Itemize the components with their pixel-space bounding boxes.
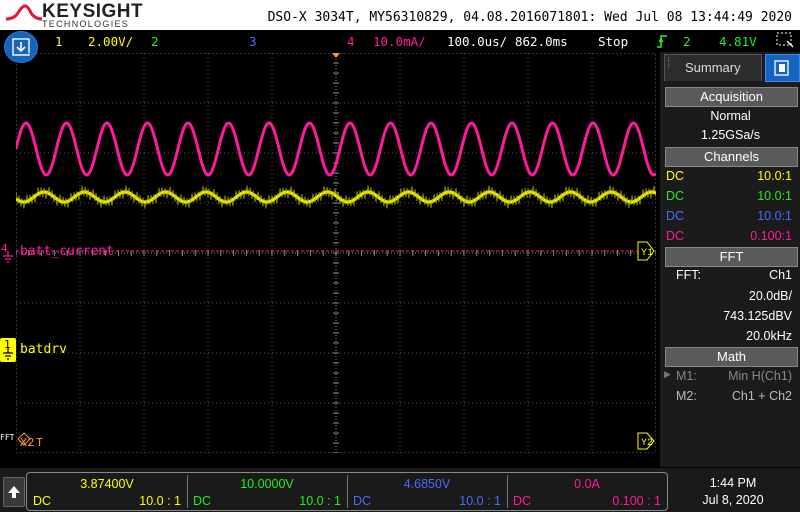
footer-channel-probe: 0.100 : 1 bbox=[612, 494, 661, 508]
settings-icon bbox=[774, 60, 789, 76]
acquisition-header[interactable]: Acquisition bbox=[665, 87, 798, 107]
ch1-label[interactable]: batdrv bbox=[20, 342, 67, 357]
settings-tab-button[interactable] bbox=[765, 54, 800, 82]
run-state[interactable]: Stop bbox=[598, 34, 628, 49]
timebase[interactable]: 100.0us/ bbox=[447, 34, 507, 49]
panel-channel-coupling: DC bbox=[666, 189, 685, 203]
channel-readout-bar: 3.87400V DC 10.0 : 1 10.0000V DC 10.0 : 1 4.68… bbox=[26, 472, 668, 511]
y1-marker-label: Y1 bbox=[641, 248, 653, 259]
footer-channel-2[interactable]: 10.0000V DC 10.0 : 1 bbox=[187, 473, 347, 510]
up-arrow-icon bbox=[8, 486, 20, 498]
sample-rate: 1.25GSa/s bbox=[700, 128, 761, 142]
footer-channel-value: 10.0000V bbox=[240, 477, 294, 491]
trigger-position-marker[interactable] bbox=[332, 53, 340, 58]
fft-header[interactable]: FFT bbox=[665, 247, 798, 267]
m1-value: Min H(Ch1) bbox=[728, 369, 792, 383]
ch1-scale[interactable]: 2.00V/ bbox=[88, 34, 133, 49]
panel-channel-probe: 10.0:1 bbox=[757, 169, 792, 183]
ch4-number[interactable]: 4 bbox=[347, 34, 355, 49]
trigger-level[interactable]: 4.81V bbox=[719, 34, 757, 49]
fft-source: Ch1 bbox=[769, 268, 792, 282]
grip-dots-icon: ⁞ ⁞ bbox=[668, 58, 670, 70]
trigger-edge-icon[interactable] bbox=[656, 34, 668, 51]
ground-icon bbox=[3, 251, 13, 263]
footer-separator bbox=[187, 475, 188, 508]
ch4-ground-marker[interactable]: 4 bbox=[0, 242, 16, 264]
footer-channel-coupling: DC bbox=[513, 494, 532, 508]
fft-marker[interactable]: FFT bbox=[0, 433, 14, 442]
footer-channel-probe: 10.0 : 1 bbox=[299, 494, 341, 508]
footer-separator bbox=[347, 475, 348, 508]
trigger-source[interactable]: 2 bbox=[683, 34, 691, 49]
ground-icon bbox=[3, 348, 13, 360]
footer-channel-probe: 10.0 : 1 bbox=[139, 494, 181, 508]
fft-scale: 20.0dB/ bbox=[748, 289, 792, 303]
ch1-ground-marker[interactable]: 1 bbox=[0, 338, 16, 362]
dashed-box-icon[interactable] bbox=[776, 32, 794, 51]
y2-marker-label: Y2 bbox=[641, 438, 653, 449]
ch4-scale[interactable]: 10.0mA/ bbox=[373, 34, 426, 49]
expand-footer-button[interactable] bbox=[3, 477, 25, 507]
footer-channel-3[interactable]: 4.6850V DC 10.0 : 1 bbox=[347, 473, 507, 510]
panel-channel-coupling: DC bbox=[666, 229, 685, 243]
math-header[interactable]: Math bbox=[665, 347, 798, 367]
ch1-number[interactable]: 1 bbox=[55, 34, 63, 49]
fft-label: FFT: bbox=[676, 268, 701, 282]
footer-channel-coupling: DC bbox=[193, 494, 212, 508]
header-bar: KEYSIGHT TECHNOLOGIES DSO-X 3034T, MY563… bbox=[0, 0, 800, 30]
clock-time: 1:44 PM bbox=[709, 476, 757, 490]
keysight-logo-icon bbox=[5, 4, 43, 21]
ch4-label[interactable]: batt_current bbox=[20, 244, 114, 259]
footer-channel-1[interactable]: 3.87400V DC 10.0 : 1 bbox=[27, 473, 187, 510]
footer-channel-value: 0.0A bbox=[574, 477, 600, 491]
footer-channel-coupling: DC bbox=[33, 494, 52, 508]
channels-header[interactable]: Channels bbox=[665, 147, 798, 167]
acquisition-mode: Normal bbox=[710, 109, 751, 123]
status-bar: 1 2.00V/ 2 3 4 10.0mA/ 100.0us/ 862.0ms … bbox=[0, 30, 800, 52]
footer-channel-coupling: DC bbox=[353, 494, 372, 508]
footer-channel-probe: 10.0 : 1 bbox=[459, 494, 501, 508]
clock-date: Jul 8, 2020 bbox=[702, 493, 764, 507]
panel-channel-coupling: DC bbox=[666, 209, 685, 223]
tab-summary[interactable]: ⁞ ⁞ Summary bbox=[664, 54, 762, 81]
fft-reference: 743.125dBV bbox=[723, 309, 792, 323]
instrument-title: DSO-X 3034T, MY56310829, 04.08.201607180… bbox=[267, 10, 792, 25]
waveform-display[interactable]: Y1 Y2 X2 T batt_current batdrv bbox=[16, 53, 656, 453]
panel-channel-probe: 10.0:1 bbox=[757, 189, 792, 203]
brand-subtitle: TECHNOLOGIES bbox=[42, 19, 130, 29]
panel-channel-probe: 0.100:1 bbox=[750, 229, 792, 243]
horizontal-delay[interactable]: 862.0ms bbox=[515, 34, 568, 49]
trigger-marker-label[interactable]: T bbox=[36, 436, 43, 450]
fft-span: 20.0kHz bbox=[746, 329, 792, 343]
footer-channel-value: 3.87400V bbox=[80, 477, 134, 491]
m2-label: M2: bbox=[676, 389, 697, 403]
expand-arrow-icon[interactable]: ▶ bbox=[664, 369, 671, 380]
panel-channel-probe: 10.0:1 bbox=[757, 209, 792, 223]
footer-channel-4[interactable]: 0.0A DC 0.100 : 1 bbox=[507, 473, 667, 510]
ch2-number[interactable]: 2 bbox=[151, 34, 159, 49]
ch3-number[interactable]: 3 bbox=[249, 34, 257, 49]
m1-label: M1: bbox=[676, 369, 697, 383]
footer-separator bbox=[507, 475, 508, 508]
footer-channel-value: 4.6850V bbox=[403, 477, 451, 491]
panel-channel-coupling: DC bbox=[666, 169, 685, 183]
m2-value: Ch1 + Ch2 bbox=[731, 389, 792, 403]
ch4-waveform bbox=[16, 121, 656, 177]
